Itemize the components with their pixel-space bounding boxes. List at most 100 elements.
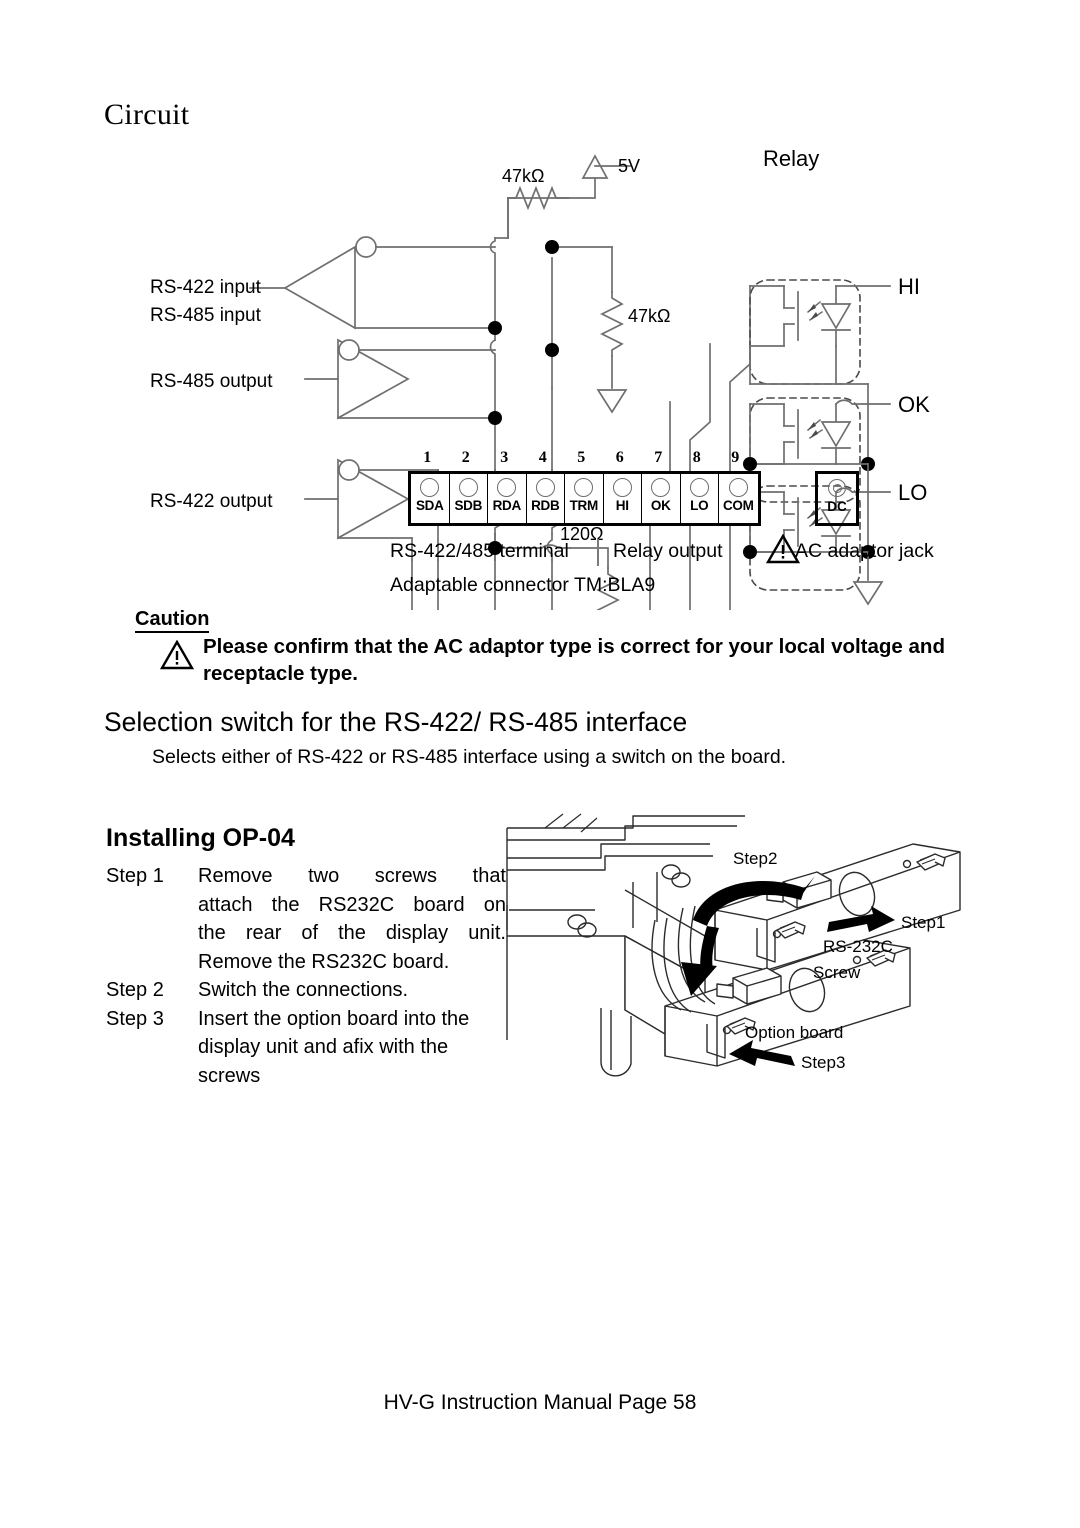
step-line: attach the RS232C board on: [198, 893, 506, 916]
terminal-label: COM: [722, 498, 754, 513]
terminal-cell-lo: LO: [681, 474, 719, 523]
terminal-hole-icon: [420, 478, 440, 497]
terminal-number-row: 1 2 3 4 5 6 7 8 9: [408, 449, 755, 471]
terminal-hole-icon: [497, 478, 517, 497]
step-row: Step 1 Remove two screws that attach the…: [106, 862, 506, 976]
supply-arrow-5v: [581, 154, 609, 179]
figure-caption-row: RS-422/485 terminal Relay output AC adap…: [0, 538, 1080, 568]
step-label: Step 3: [106, 1007, 164, 1030]
terminal-number: 9: [731, 449, 740, 466]
warning-triangle-icon: [765, 533, 801, 564]
terminal-label: TRM: [569, 498, 599, 513]
terminal-number: 2: [461, 449, 470, 466]
rs422-485-terminal-block: SDA SDB RDA RDB TRM HI OK LO COM: [408, 471, 761, 526]
inverting-bubble-1: [355, 236, 377, 258]
manual-page: Circuit RS-422 input RS-485 input RS-485…: [0, 0, 1080, 1528]
terminal-cell-sdb: SDB: [450, 474, 488, 523]
caption-adaptable-connector: Adaptable connector TM:BLA9: [390, 574, 656, 596]
terminal-label: SDA: [415, 498, 444, 513]
label-5v: 5V: [618, 156, 640, 176]
terminal-hole-icon: [574, 478, 594, 497]
illustration-label-option-board: Option board: [745, 1023, 843, 1042]
step-row: Step 2 Switch the connections.: [106, 976, 506, 1005]
terminal-label: OK: [650, 498, 671, 513]
inverting-bubble-2: [338, 339, 360, 361]
terminal-hole-icon: [535, 478, 555, 497]
photocoupler-2: [749, 403, 852, 465]
caution-title: Caution: [135, 608, 210, 633]
terminal-cell-rdb: RDB: [527, 474, 565, 523]
terminal-number: 3: [500, 449, 509, 466]
terminal-number: 1: [423, 449, 432, 466]
circuit-section-heading: Circuit: [104, 98, 190, 131]
terminal-label: RDA: [492, 498, 522, 513]
ground-symbol-2: [852, 581, 884, 606]
terminal-cell-sda: SDA: [411, 474, 450, 523]
terminal-cell-hi: HI: [604, 474, 642, 523]
step-line: the rear of the display unit.: [198, 922, 506, 944]
illustration-label-rs232c: RS-232C: [823, 937, 893, 956]
terminal-label: SDB: [454, 498, 483, 513]
label-relay-hi: HI: [898, 274, 920, 299]
label-relay-ok: OK: [898, 392, 930, 417]
step-label: Step 1: [106, 865, 164, 887]
label-resistor-pullup: 47kΩ: [502, 166, 544, 186]
label-rs422-input: RS-422 input: [150, 277, 262, 298]
step-body: Switch the connections.: [198, 976, 506, 1005]
step-body: Insert the option board into the display…: [198, 1005, 506, 1091]
terminal-number: 6: [615, 449, 624, 466]
selection-switch-heading: Selection switch for the RS-422/ RS-485 …: [104, 707, 688, 737]
illustration-label-step2: Step2: [733, 849, 777, 868]
label-relay-lo: LO: [898, 480, 927, 505]
receiver-gate-1: [283, 245, 356, 330]
label-rs485-output: RS-485 output: [150, 371, 273, 392]
terminal-cell-com: COM: [719, 474, 758, 523]
terminal-cell-rda: RDA: [488, 474, 527, 523]
terminal-cell-ok: OK: [642, 474, 681, 523]
dc-jack-label: DC: [827, 499, 847, 514]
step-line: Insert the option board into the: [198, 1007, 470, 1030]
label-relay-group: Relay: [763, 146, 819, 171]
step-line: screws: [198, 1064, 261, 1087]
terminal-hole-icon: [458, 478, 478, 497]
illustration-label-step3: Step3: [801, 1053, 845, 1072]
illustration-label-step1: Step1: [901, 913, 945, 932]
ground-symbol-1: [596, 389, 628, 414]
terminal-number: 8: [692, 449, 701, 466]
inverting-bubble-3: [338, 459, 360, 481]
illustration-label-screw: Screw: [813, 963, 861, 982]
caution-warning-triangle-icon: [159, 639, 195, 670]
step-row: Step 3 Insert the option board into the …: [106, 1005, 506, 1091]
label-rs422-output: RS-422 output: [150, 491, 273, 512]
terminal-hole-icon: [612, 478, 632, 497]
step-label: Step 2: [106, 979, 164, 1001]
terminal-number: 7: [654, 449, 663, 466]
terminal-hole-icon: [689, 478, 709, 497]
step-line: display unit and afix with the: [198, 1036, 449, 1058]
installing-op04-heading: Installing OP-04: [106, 824, 295, 852]
terminal-cell-trm: TRM: [565, 474, 604, 523]
dc-adaptor-jack: DC: [815, 471, 859, 526]
terminal-label: LO: [690, 498, 709, 513]
terminal-number: 4: [538, 449, 547, 466]
caption-rs-terminal: RS-422/485 terminal: [390, 540, 569, 562]
installation-illustration-svg: Step2 Step1 RS-232C Screw Option board S…: [506, 813, 961, 1077]
page-footer: HV-G Instruction Manual Page 58: [383, 1391, 697, 1414]
caption-divider: [597, 539, 599, 566]
dc-jack-inner-icon: [832, 483, 842, 493]
installation-steps-list: Step 1 Remove two screws that attach the…: [106, 862, 506, 1090]
label-rs485-input: RS-485 input: [150, 305, 262, 326]
photocoupler-1: [749, 285, 852, 347]
terminal-hole-icon: [651, 478, 671, 497]
caption-ac-adaptor-jack: AC adaptor jack: [795, 540, 934, 562]
dc-jack-icon: [828, 479, 846, 497]
caption-relay-output: Relay output: [613, 540, 723, 562]
caution-text: Please confirm that the AC adaptor type …: [203, 635, 945, 685]
terminal-label: RDB: [531, 498, 560, 513]
terminal-number: 5: [577, 449, 586, 466]
terminal-hole-icon: [728, 478, 748, 497]
label-resistor-pulldown: 47kΩ: [628, 306, 670, 326]
step-line: Switch the connections.: [198, 979, 409, 1001]
step-body: Remove two screws that attach the RS232C…: [198, 862, 506, 976]
selection-switch-description: Selects either of RS-422 or RS-485 inter…: [152, 746, 787, 768]
